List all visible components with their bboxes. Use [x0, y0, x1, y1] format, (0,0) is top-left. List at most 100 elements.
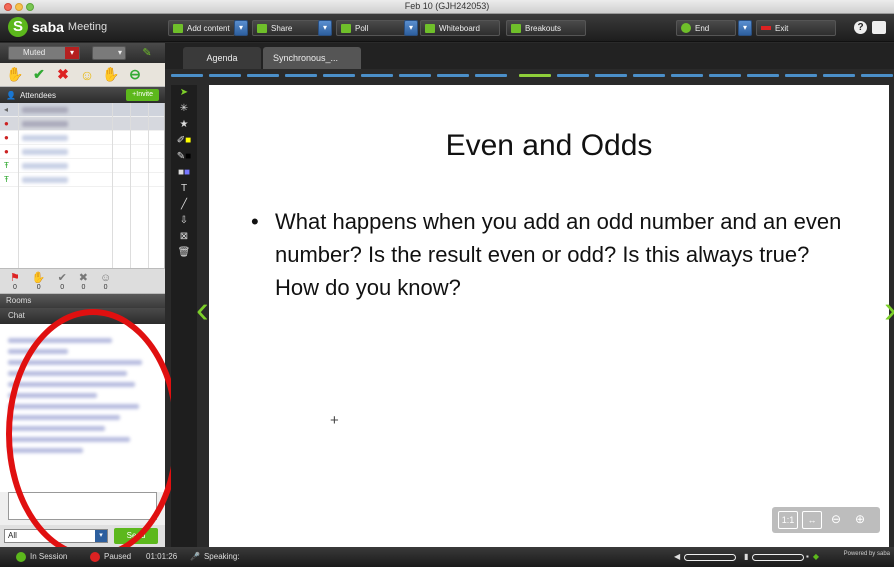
status-count: 0 [36, 283, 41, 291]
audio-video-controls: Muted ▾ ▾ ✎ [0, 43, 165, 63]
recipient-value: All [8, 531, 17, 540]
chat-message [8, 360, 143, 365]
attendee-row[interactable]: ● [0, 117, 164, 131]
slide-segment[interactable] [823, 74, 855, 77]
shape-icon[interactable]: ■■ [171, 165, 197, 181]
end-button[interactable]: End [676, 20, 736, 36]
raise-hand-icon[interactable]: ✋ [6, 66, 24, 84]
slide-segment[interactable] [861, 74, 893, 77]
window-title-bar: Feb 10 (GJH242053) [0, 0, 894, 14]
zoom-in-icon[interactable]: ⊕ [850, 511, 870, 529]
breakouts-button[interactable]: Breakouts [506, 20, 586, 36]
slide-segment[interactable] [361, 74, 393, 77]
monitor-icon[interactable] [872, 21, 886, 34]
session-status: In Session [16, 551, 67, 563]
brand-name: saba [32, 19, 64, 35]
attendee-row[interactable]: ◂ [0, 103, 164, 117]
chat-messages [0, 324, 165, 492]
add-content-button[interactable]: Add content [168, 20, 235, 36]
wifi-icon: ◆ [812, 552, 819, 561]
camera-button[interactable]: ▾ [92, 46, 126, 60]
slide-segment[interactable] [399, 74, 431, 77]
smiley-icon[interactable]: ☺ [78, 66, 96, 84]
speaker-icon: ◀ [674, 552, 681, 561]
exit-button[interactable]: Exit [756, 20, 836, 36]
slide-segment[interactable] [247, 74, 279, 77]
attendee-row[interactable]: ● [0, 131, 164, 145]
slide-progress-strip [165, 69, 894, 83]
pen-icon[interactable]: ✎■ [171, 149, 197, 165]
previous-slide-icon[interactable]: ‹ [196, 290, 210, 340]
slide-segment-active[interactable] [519, 74, 551, 77]
presentation-stage: Even and Odds What happens when you add … [198, 85, 894, 547]
mic-volume[interactable]: ▮ [744, 551, 805, 563]
speaker-volume[interactable]: ◀ [674, 551, 737, 563]
hand-status-icon: ✋ [31, 271, 46, 284]
mute-dropdown[interactable]: ▾ [65, 47, 79, 59]
window-title: Feb 10 (GJH242053) [404, 1, 490, 11]
slide-segment[interactable] [323, 74, 355, 77]
slide-segment[interactable] [595, 74, 627, 77]
tab-agenda[interactable]: Agenda [183, 47, 261, 69]
attendee-row[interactable]: Ŧ [0, 173, 164, 187]
poll-dropdown[interactable]: ▾ [404, 20, 418, 36]
speaker-volume-slider[interactable] [684, 553, 737, 561]
whiteboard-button[interactable]: Whiteboard [420, 20, 500, 36]
next-slide-icon[interactable]: › [884, 290, 894, 340]
applause-icon[interactable]: ✋ [102, 66, 120, 84]
recipient-select[interactable]: All ▾ [4, 529, 108, 543]
slide-segment[interactable] [747, 74, 779, 77]
end-dropdown[interactable]: ▾ [738, 20, 752, 36]
x-icon[interactable]: ✖ [54, 66, 72, 84]
slide-segment[interactable] [285, 74, 317, 77]
pencil-icon[interactable]: ✎ [138, 46, 156, 60]
highlighter-icon[interactable]: ✐■ [171, 133, 197, 149]
slide-segment[interactable] [171, 74, 203, 77]
slide-segment[interactable] [785, 74, 817, 77]
check-icon[interactable]: ✔ [30, 66, 48, 84]
send-button[interactable]: Send [114, 528, 158, 544]
tab-synchronous[interactable]: Synchronous_... [263, 47, 361, 69]
slide-segment[interactable] [437, 74, 469, 77]
rooms-header[interactable]: Rooms [0, 294, 165, 308]
attendee-row[interactable]: Ŧ [0, 159, 164, 173]
status-count-item: ✔ 0 [58, 272, 67, 291]
breakouts-icon [511, 23, 521, 33]
zoom-out-icon[interactable]: ⊖ [826, 511, 846, 529]
actual-size-icon[interactable]: 1:1 [778, 511, 798, 529]
add-content-dropdown[interactable]: ▾ [234, 20, 248, 36]
clear-icon[interactable]: ⊠ [171, 229, 197, 245]
attendee-name [22, 162, 68, 169]
invite-button[interactable]: +Invite [126, 89, 159, 101]
slide-segment[interactable] [557, 74, 589, 77]
clear-status-icon[interactable]: ⊖ [126, 66, 144, 84]
smiley-status-icon: ☺ [100, 271, 112, 284]
text-icon[interactable]: T [171, 181, 197, 197]
status-count: 0 [12, 283, 17, 291]
chat-header[interactable]: Chat [0, 308, 165, 324]
people-status-icon: ⚑ [10, 271, 20, 284]
share-dropdown[interactable]: ▾ [318, 20, 332, 36]
add-content-icon [173, 23, 183, 33]
paused-status[interactable]: Paused [90, 551, 131, 563]
line-icon[interactable]: ╱ [171, 197, 197, 213]
laser-icon[interactable]: ✳ [171, 101, 197, 117]
star-icon[interactable]: ★ [171, 117, 197, 133]
mute-button[interactable]: Muted ▾ [8, 46, 80, 60]
slide-segment[interactable] [209, 74, 241, 77]
chat-input[interactable] [8, 492, 157, 520]
power-icon [681, 23, 691, 33]
fit-width-icon[interactable]: ↔ [802, 511, 822, 529]
attendee-name [22, 176, 68, 183]
attendee-name [22, 148, 68, 155]
download-icon[interactable]: ⇩ [171, 213, 197, 229]
slide-segment[interactable] [633, 74, 665, 77]
attendee-row[interactable]: ● [0, 145, 164, 159]
slide-segment[interactable] [671, 74, 703, 77]
slide-segment[interactable] [475, 74, 507, 77]
mic-volume-slider[interactable] [752, 553, 805, 561]
slide-segment[interactable] [709, 74, 741, 77]
help-icon[interactable]: ? [854, 21, 867, 34]
pointer-icon[interactable]: ➤ [171, 85, 197, 101]
trash-icon[interactable]: 🗑 [171, 245, 197, 261]
